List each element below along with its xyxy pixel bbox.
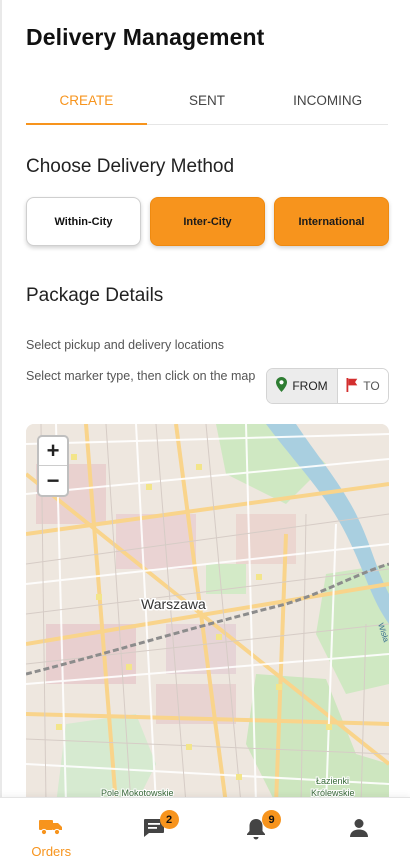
map-tiles: Warszawa Pole Mokotowskie Łazienki Króle…: [26, 424, 389, 804]
marker-from-option[interactable]: FROM: [267, 369, 338, 403]
flag-icon: [346, 377, 358, 395]
bottom-navigation: Orders 2 9: [0, 797, 410, 864]
package-details-heading: Package Details: [26, 285, 164, 306]
marker-type-toggle: FROM TO: [266, 368, 389, 404]
tab-create[interactable]: CREATE: [26, 82, 147, 125]
page-title: Delivery Management: [26, 24, 265, 50]
tab-sent[interactable]: SENT: [147, 82, 268, 124]
zoom-control: + −: [37, 435, 69, 497]
marker-to-option[interactable]: TO: [338, 369, 388, 403]
truck-icon: [39, 818, 63, 841]
zoom-in-button[interactable]: +: [39, 437, 67, 466]
city-block: [116, 514, 196, 569]
map-pin-icon: [276, 377, 288, 395]
delivery-method-heading: Choose Delivery Method: [26, 156, 235, 177]
person-icon: [349, 818, 369, 843]
marker-from-label: FROM: [292, 379, 328, 393]
delivery-method-group: Within-City Inter-City International: [26, 197, 389, 246]
messages-badge: 2: [159, 810, 179, 829]
nav-orders-label: Orders: [31, 844, 72, 859]
nav-messages[interactable]: 2: [103, 798, 206, 864]
map-label-city: Warszawa: [141, 596, 206, 612]
nav-orders[interactable]: Orders: [0, 798, 103, 864]
map-view[interactable]: Warszawa Pole Mokotowskie Łazienki Króle…: [26, 424, 389, 804]
nav-notifications[interactable]: 9: [205, 798, 308, 864]
within-city-button[interactable]: Within-City: [26, 197, 141, 246]
inter-city-button[interactable]: Inter-City: [150, 197, 265, 246]
marker-hint: Select marker type, then click on the ma…: [26, 369, 256, 383]
tab-incoming[interactable]: INCOMING: [267, 82, 388, 124]
marker-to-label: TO: [363, 379, 380, 393]
tab-bar: CREATE SENT INCOMING: [26, 82, 388, 125]
notifications-badge: 9: [262, 810, 281, 829]
international-button[interactable]: International: [274, 197, 389, 246]
map-label-park-1: Łazienki: [316, 776, 349, 786]
nav-profile[interactable]: [308, 798, 410, 864]
locations-hint: Select pickup and delivery locations: [26, 338, 225, 352]
left-edge-divider: [0, 0, 2, 864]
zoom-out-button[interactable]: −: [39, 466, 67, 495]
